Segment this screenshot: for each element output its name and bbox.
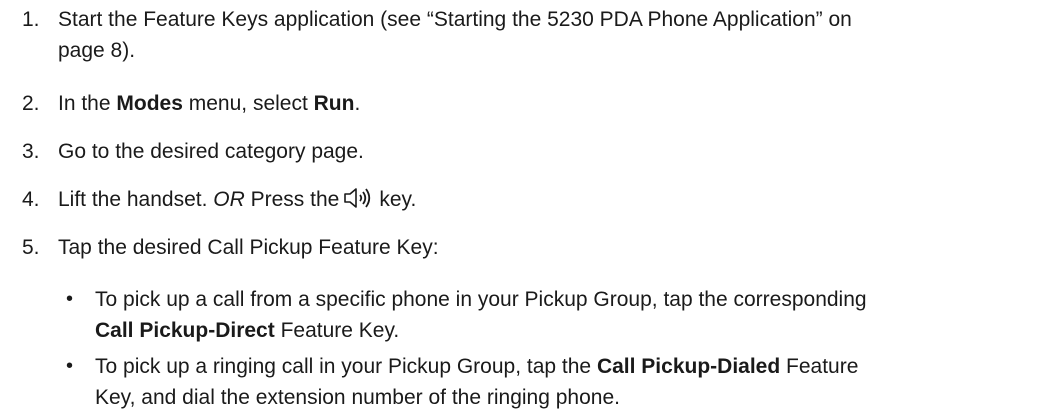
bullet-icon: •	[66, 355, 74, 377]
step-number: 4.	[22, 188, 40, 211]
bullet-text-line1: To pick up a call from a specific phone …	[95, 288, 867, 311]
bullet-text: Feature Key.	[274, 319, 400, 342]
speaker-icon	[343, 186, 375, 219]
step-number: 5.	[22, 236, 40, 259]
feature-key-name: Call Pickup-Direct	[95, 319, 275, 342]
procedure-page: 1. Start the Feature Keys application (s…	[0, 0, 1058, 419]
step-text: .	[354, 92, 361, 115]
feature-key-name: Call Pickup-Dialed	[596, 355, 781, 378]
step-text: Go to the desired category page.	[58, 140, 364, 163]
bullet-text: To pick up a ringing call in your Pickup…	[95, 355, 597, 378]
step-text: Lift the handset.	[58, 188, 214, 211]
or-text: OR	[213, 188, 245, 211]
step-text: menu, select	[182, 92, 314, 115]
menu-name: Modes	[116, 92, 183, 115]
bullet-text-line2: Key, and dial the extension number of th…	[95, 386, 620, 409]
step-number: 3.	[22, 140, 40, 163]
menu-item-name: Run	[313, 92, 355, 115]
bullet-icon: •	[66, 288, 74, 310]
step-text-line2: page 8).	[58, 39, 136, 62]
step-text: Press the	[244, 188, 340, 211]
step-number: 2.	[22, 92, 40, 115]
bullet-text: Feature	[780, 355, 859, 378]
step-text: In the	[58, 92, 117, 115]
step-number: 1.	[22, 8, 40, 31]
step-text-line1: Start the Feature Keys application (see …	[58, 8, 852, 31]
step-text: key.	[379, 188, 417, 211]
step-text: Tap the desired Call Pickup Feature Key:	[58, 236, 439, 259]
